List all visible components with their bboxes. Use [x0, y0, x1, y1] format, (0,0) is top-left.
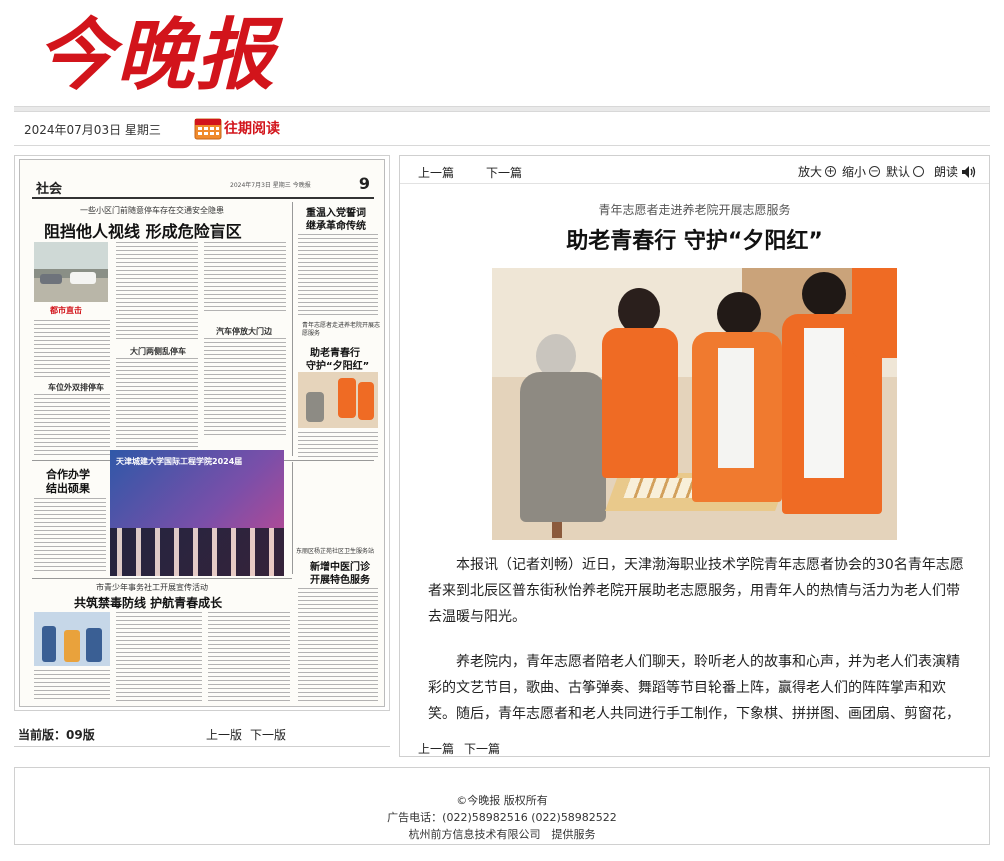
text-block [204, 338, 286, 438]
zoom-in-label: 放大 [798, 165, 823, 179]
current-edition-value: 09版 [66, 728, 95, 742]
text-block [116, 612, 202, 702]
side-headline-party-2[interactable]: 继承革命传统 [306, 217, 366, 232]
copyright-owner: ©今晚报 版权所有 [456, 794, 548, 807]
text-block [116, 242, 198, 342]
story-headline-volunteer-2[interactable]: 守护“夕阳红” [306, 357, 369, 372]
antidrug-photo [34, 612, 110, 666]
text-block [208, 612, 290, 702]
photo-caption-tag: 都市直击 [50, 306, 82, 315]
text-block [298, 234, 378, 316]
volunteer-thumb-photo [298, 372, 378, 428]
newspaper-page-panel: 社会 2024年7月3日 星期三 今晚报 9 一些小区门前随意停车存在交通安全隐… [14, 155, 390, 711]
zoom-out-button[interactable]: 缩小 − [842, 163, 881, 180]
archive-link[interactable]: 往期阅读 [194, 114, 280, 142]
edition-divider [14, 746, 390, 747]
row-rule [32, 578, 292, 579]
service-provider: 杭州前方信息技术有限公司 提供服务 [408, 828, 596, 841]
text-block [34, 320, 110, 380]
text-block [204, 242, 286, 312]
prev-article-link[interactable]: 上一篇 [418, 164, 454, 181]
bottom-prev-article-link[interactable]: 上一篇 [418, 740, 454, 756]
article-paragraph-2: 养老院内，青年志愿者陪老人们聊天，聆听老人的故事和心声，并为老人们表演精彩的文艺… [428, 654, 960, 722]
article-toolbar: 上一篇 下一篇 放大 + 缩小 − 默认 朗读 [400, 156, 989, 184]
text-block [298, 432, 378, 458]
graduation-photo: 天津城建大学国际工程学院2024届 [110, 450, 284, 576]
zoom-in-button[interactable]: 放大 + [798, 163, 837, 180]
plus-icon: + [825, 166, 837, 177]
article-body: 青年志愿者走进养老院开展志愿服务 助老青春行 守护“夕阳红” 本报讯（记者刘畅）… [400, 184, 989, 732]
text-block [116, 358, 198, 458]
side-headline-coop-2[interactable]: 结出硕果 [46, 480, 90, 496]
jinwanbao-logo[interactable]: 今晚报 [34, 6, 304, 102]
subhead-car-by-gate: 汽车停放大门边 [216, 327, 272, 336]
ad-phone: 广告电话：(022)58982516 (022)58982522 [387, 811, 617, 824]
text-block [34, 498, 106, 574]
text-block [34, 394, 110, 458]
date-bar: 2024年07月03日 星期三 往期阅读 [14, 112, 990, 146]
article-subtitle: 青年志愿者走进养老院开展志愿服务 [598, 203, 791, 217]
article-title: 助老青春行 守护“夕阳红” [566, 229, 823, 254]
story-kicker-clinic[interactable]: 东丽区杨芷苑社区卫生服务站 [296, 546, 374, 555]
article-paragraph-1: 本报讯（记者刘畅）近日，天津渤海职业技术学院青年志愿者协会的30名青年志愿者来到… [428, 557, 964, 625]
column-rule [292, 462, 293, 574]
prev-edition-link[interactable]: 上一版 [206, 726, 242, 743]
masthead: 今晚报 [14, 0, 990, 106]
page-meta: 2024年7月3日 星期三 今晚报 [230, 182, 311, 189]
issue-date: 2024年07月03日 星期三 [24, 123, 161, 137]
story-headline-clinic-2[interactable]: 开展特色服务 [310, 571, 370, 586]
article-bottom-nav: 上一篇 下一篇 [400, 732, 989, 756]
graduation-banner-text: 天津城建大学国际工程学院2024届 [116, 457, 243, 466]
page-header-rule [32, 197, 374, 199]
subhead-gate-parking: 大门两侧乱停车 [130, 347, 186, 356]
minus-icon: − [869, 166, 881, 177]
next-edition-link[interactable]: 下一版 [250, 726, 286, 743]
bottom-next-article-link[interactable]: 下一篇 [464, 740, 500, 756]
speaker-icon [962, 165, 976, 178]
circle-icon [913, 166, 925, 177]
archive-label: 往期阅读 [224, 121, 280, 137]
next-article-link[interactable]: 下一篇 [486, 164, 522, 181]
text-block [34, 670, 110, 702]
read-aloud-label: 朗读 [934, 165, 959, 179]
newspaper-page-image[interactable]: 社会 2024年7月3日 星期三 今晚报 9 一些小区门前随意停车存在交通安全隐… [19, 159, 385, 707]
story-kicker-antidrug[interactable]: 市青少年事务社工开展宣传活动 [96, 582, 208, 593]
site-footer: ©今晚报 版权所有 广告电话：(022)58982516 (022)589825… [14, 767, 990, 845]
story-headline-antidrug[interactable]: 共筑禁毒防线 护航青春成长 [74, 594, 222, 611]
story-headline-parking[interactable]: 阻挡他人视线 形成危险盲区 [44, 218, 242, 242]
edition-bar: 当前版：09版 上一版 下一版 [14, 720, 390, 746]
article-photo[interactable] [492, 268, 897, 540]
article-panel: 上一篇 下一篇 放大 + 缩小 − 默认 朗读 青年志愿者走进养老院开展志愿服务… [399, 155, 990, 757]
story-kicker-volunteer[interactable]: 青年志愿者走进养老院开展志愿服务 [302, 322, 382, 338]
default-size-button[interactable]: 默认 [886, 163, 925, 180]
page-number: 9 [358, 174, 370, 193]
default-size-label: 默认 [886, 165, 911, 179]
zoom-out-label: 缩小 [842, 165, 867, 179]
column-rule [292, 202, 293, 456]
text-block [298, 588, 378, 702]
logo-text: 今晚报 [36, 10, 284, 101]
page-section: 社会 [36, 182, 63, 197]
story-kicker-parking[interactable]: 一些小区门前随意停车存在交通安全隐患 [80, 205, 224, 216]
parking-photo [34, 242, 108, 302]
read-aloud-button[interactable]: 朗读 [934, 163, 977, 180]
subhead-double-parking: 车位外双排停车 [48, 383, 104, 392]
calendar-icon [194, 118, 222, 140]
current-edition: 当前版：09版 [18, 728, 95, 742]
